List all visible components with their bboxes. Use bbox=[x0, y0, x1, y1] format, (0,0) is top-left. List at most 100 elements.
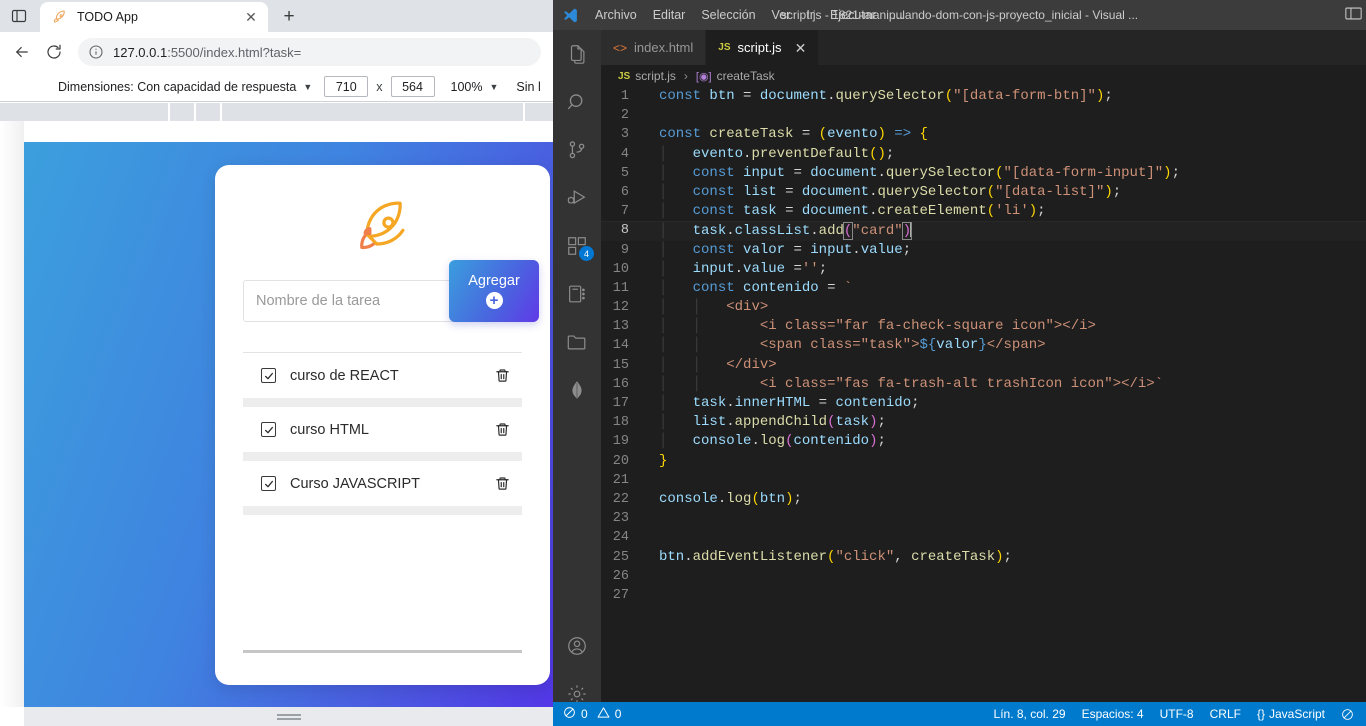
add-task-button[interactable]: Agregar + bbox=[449, 260, 539, 322]
menu-archivo[interactable]: Archivo bbox=[587, 0, 645, 30]
tab-actions-icon[interactable] bbox=[0, 0, 38, 32]
line-number: 2 bbox=[620, 108, 629, 124]
viewport-height-input[interactable]: 564 bbox=[390, 76, 435, 97]
menu-ver[interactable]: Ver bbox=[764, 0, 799, 30]
tab-index-html[interactable]: <> index.html bbox=[601, 30, 707, 65]
code-line: 15 │ │ </div> bbox=[601, 356, 1366, 375]
notifications-bell-icon[interactable] bbox=[1333, 702, 1362, 726]
method-icon: [◉] bbox=[695, 70, 712, 83]
reload-button[interactable] bbox=[38, 36, 70, 68]
viewport-resize-bar[interactable] bbox=[24, 707, 553, 726]
new-tab-button[interactable]: + bbox=[274, 2, 304, 32]
line-number: 26 bbox=[612, 568, 629, 584]
breadcrumb: JS script.js › [◉] createTask bbox=[601, 65, 1366, 87]
remote-notebook-icon[interactable] bbox=[553, 270, 601, 318]
trash-icon[interactable] bbox=[495, 475, 510, 492]
line-number: 16 bbox=[612, 376, 629, 392]
line-content: │ │ <i class="far fa-check-square icon">… bbox=[659, 318, 1096, 335]
line-number: 21 bbox=[612, 472, 629, 488]
eol[interactable]: CRLF bbox=[1202, 702, 1249, 726]
check-square-icon[interactable] bbox=[261, 422, 276, 437]
back-button[interactable] bbox=[6, 36, 38, 68]
breadcrumb-file[interactable]: script.js bbox=[635, 69, 676, 83]
code-line: 23 bbox=[601, 509, 1366, 528]
editor-tabbar: <> index.html JS script.js ✕ bbox=[601, 30, 1366, 65]
tab-label: index.html bbox=[634, 40, 694, 55]
close-icon[interactable]: ✕ bbox=[795, 41, 807, 55]
zoom-level[interactable]: 100% bbox=[451, 80, 483, 94]
line-content: │ const list = document.querySelector("[… bbox=[659, 183, 1122, 200]
tab-script-js[interactable]: JS script.js ✕ bbox=[706, 30, 820, 65]
check-square-icon[interactable] bbox=[261, 476, 276, 491]
list-item[interactable]: Curso JAVASCRIPT bbox=[243, 461, 522, 515]
menu-seleccion[interactable]: Selección bbox=[693, 0, 763, 30]
line-content: │ const task = document.createElement('l… bbox=[659, 203, 1046, 220]
indentation[interactable]: Espacios: 4 bbox=[1074, 702, 1152, 726]
trash-icon[interactable] bbox=[495, 367, 510, 384]
browser-navbar: 127.0.0.1:5500/index.html?task= bbox=[0, 32, 553, 72]
encoding[interactable]: UTF-8 bbox=[1152, 702, 1202, 726]
line-content: │ task.innerHTML = contenido; bbox=[659, 395, 920, 411]
titlebar-actions bbox=[1345, 0, 1362, 30]
add-task-label: Agregar bbox=[468, 273, 520, 289]
menu-more-icon[interactable]: … bbox=[884, 0, 913, 30]
vscode-menubar: Archivo Editar Selección Ver Ir Ejecutar… bbox=[587, 0, 912, 30]
code-line: 4 │ evento.preventDefault(); bbox=[601, 145, 1366, 164]
browser-tab-todo-app[interactable]: TODO App ✕ bbox=[40, 2, 268, 32]
task-label: Curso JAVASCRIPT bbox=[290, 475, 420, 492]
menu-ejecutar[interactable]: Ejecutar bbox=[822, 0, 884, 30]
list-item[interactable]: curso de REACT bbox=[243, 353, 522, 407]
explorer-icon[interactable] bbox=[553, 30, 601, 78]
info-icon[interactable] bbox=[88, 44, 104, 60]
braces-icon: {} bbox=[1256, 707, 1265, 721]
status-right: Lín. 8, col. 29 Espacios: 4 UTF-8 CRLF {… bbox=[986, 702, 1366, 726]
chevron-down-icon[interactable]: ▼ bbox=[303, 82, 312, 92]
line-content: console.log(btn); bbox=[659, 490, 802, 507]
task-separator bbox=[243, 452, 522, 461]
card-bottom-rule bbox=[243, 650, 522, 653]
source-control-icon[interactable] bbox=[553, 126, 601, 174]
close-icon[interactable]: ✕ bbox=[242, 8, 260, 26]
run-debug-icon[interactable] bbox=[553, 174, 601, 222]
code-editor[interactable]: 1 const btn = document.querySelector("[da… bbox=[601, 87, 1366, 699]
line-number: 6 bbox=[620, 184, 629, 200]
url-host: 127.0.0.1 bbox=[113, 44, 168, 60]
line-content: } bbox=[659, 452, 668, 469]
zoom-chevron-down-icon[interactable]: ▼ bbox=[490, 82, 499, 92]
line-number: 13 bbox=[612, 319, 629, 335]
throttling-label[interactable]: Sin l bbox=[516, 80, 540, 94]
code-line: 16 │ │ <i class="fas fa-trash-alt trashIc… bbox=[601, 375, 1366, 394]
line-number: 8 bbox=[620, 223, 629, 239]
folder-icon[interactable] bbox=[553, 318, 601, 366]
screen: TODO App ✕ + 127.0.0.1:5500/index.html?t… bbox=[0, 0, 1366, 726]
plus-circle-icon: + bbox=[485, 292, 503, 309]
line-number: 11 bbox=[612, 280, 629, 296]
code-line: 18 │ list.appendChild(task); bbox=[601, 413, 1366, 432]
code-line: 10 │ input.value =''; bbox=[601, 260, 1366, 279]
viewport-width-input[interactable]: 710 bbox=[324, 76, 369, 97]
trash-icon[interactable] bbox=[495, 421, 510, 438]
extensions-icon[interactable]: 4 bbox=[553, 222, 601, 270]
account-icon[interactable] bbox=[553, 622, 601, 670]
status-problems[interactable]: 0 0 bbox=[553, 706, 621, 722]
js-icon: JS bbox=[618, 70, 631, 82]
line-number: 1 bbox=[620, 89, 629, 104]
layout-panel-icon[interactable] bbox=[1345, 6, 1362, 24]
code-line: 2 bbox=[601, 106, 1366, 125]
code-line: 11 │ const contenido = ` bbox=[601, 279, 1366, 298]
resize-grip-icon[interactable] bbox=[276, 713, 301, 720]
search-icon[interactable] bbox=[553, 78, 601, 126]
language-mode[interactable]: {} JavaScript bbox=[1249, 702, 1333, 726]
address-bar[interactable]: 127.0.0.1:5500/index.html?task= bbox=[78, 38, 541, 66]
cursor-position[interactable]: Lín. 8, col. 29 bbox=[986, 702, 1074, 726]
list-item[interactable]: curso HTML bbox=[243, 407, 522, 461]
code-line: 22 console.log(btn); bbox=[601, 490, 1366, 509]
menu-ir[interactable]: Ir bbox=[798, 0, 822, 30]
menu-editar[interactable]: Editar bbox=[645, 0, 694, 30]
line-number: 7 bbox=[620, 204, 629, 220]
breadcrumb-symbol[interactable]: createTask bbox=[717, 69, 775, 83]
mongodb-leaf-icon[interactable] bbox=[553, 366, 601, 414]
code-line: 7 │ const task = document.createElement('… bbox=[601, 202, 1366, 221]
line-number: 27 bbox=[612, 587, 629, 603]
check-square-icon[interactable] bbox=[261, 368, 276, 383]
